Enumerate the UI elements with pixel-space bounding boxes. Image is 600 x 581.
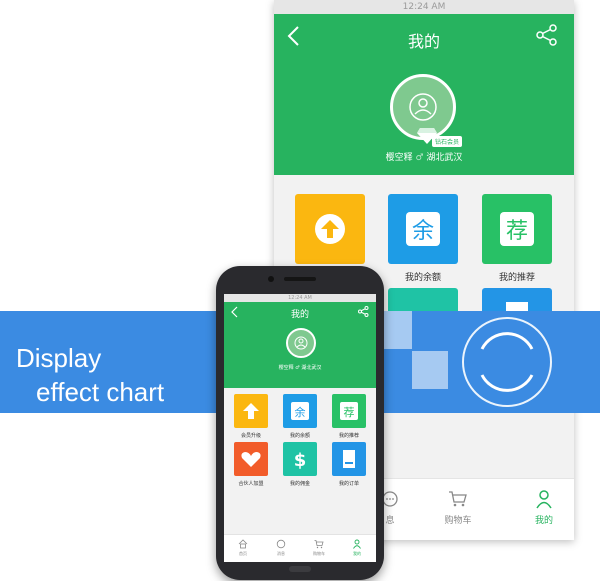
gender-symbol: ♂ — [415, 153, 424, 163]
grid-label-balance: 我的余额 — [289, 433, 310, 439]
banner-title-line2: effect chart — [36, 377, 165, 407]
tile-balance[interactable]: 余 — [388, 194, 458, 264]
user-info: 樱空释 ♂ 湖北武汉 — [274, 150, 574, 163]
profile-header: 我的 樱空释 ♂ 湖北武汉 — [224, 302, 376, 388]
user-icon — [353, 539, 361, 549]
user-info: 樱空释 ♂ 湖北武汉 — [278, 365, 322, 371]
nav-mine[interactable]: 我的 — [514, 489, 574, 526]
cart-icon — [449, 491, 467, 507]
vip-badge: 钻石会员 — [432, 136, 463, 147]
nav-mine[interactable]: 我的 — [342, 539, 372, 557]
bottom-navigation: 首页 消息 购物车 我的 — [224, 534, 376, 562]
chat-icon — [276, 539, 286, 549]
svg-text:$: $ — [294, 450, 307, 471]
arrow-up-icon — [315, 214, 345, 244]
nav-cart[interactable]: 购物车 — [304, 539, 334, 557]
svg-text:余: 余 — [412, 219, 434, 244]
speaker-grille — [284, 277, 316, 281]
nav-messages[interactable]: 消息 — [266, 539, 296, 557]
share-icon[interactable] — [358, 306, 369, 317]
svg-text:余: 余 — [295, 405, 306, 419]
tile-recommend[interactable]: 荐 — [482, 194, 552, 264]
person-icon — [294, 336, 308, 350]
jian-character-icon: 荐 — [500, 212, 534, 246]
tile-balance[interactable]: 余 — [283, 394, 317, 428]
grid-label-upgrade: 会员升级 — [240, 433, 261, 439]
page-title: 我的 — [290, 310, 309, 320]
arrow-up-icon — [243, 403, 259, 419]
user-name: 樱空释 — [385, 153, 413, 163]
phone-device: 12:24 AM 我的 樱空释 ♂ 湖北武汉 余 荐 会员升级 我的余额 我的推… — [216, 266, 384, 580]
profile-header: 我的 钻石会员 樱空释 ♂ 湖北武汉 — [274, 14, 574, 175]
tile-commission[interactable]: $ — [283, 442, 317, 476]
svg-text:荐: 荐 — [506, 219, 528, 244]
yu-character-icon: 余 — [406, 212, 440, 246]
cart-icon — [314, 540, 324, 549]
nav-cart[interactable]: 购物车 — [428, 489, 488, 526]
circle-decoration-icon — [462, 317, 552, 407]
user-location: 湖北武汉 — [426, 153, 463, 163]
decorative-square — [412, 351, 448, 389]
grid-label-orders: 我的订单 — [338, 481, 359, 487]
home-icon — [238, 539, 248, 549]
nav-home[interactable]: 首页 — [228, 539, 258, 557]
status-bar-time: 12:24 AM — [274, 0, 574, 14]
grid-label-commission: 我的佣金 — [289, 481, 310, 487]
camera-icon — [268, 276, 274, 282]
phone-screen: 12:24 AM 我的 樱空释 ♂ 湖北武汉 余 荐 会员升级 我的余额 我的推… — [224, 294, 376, 562]
handshake-heart-icon — [241, 452, 261, 467]
dollar-icon: $ — [294, 450, 307, 471]
grid-label-recommend: 我的推荐 — [498, 273, 535, 283]
tile-partner[interactable] — [234, 442, 268, 476]
yu-character-icon: 余 — [291, 402, 309, 420]
home-button[interactable] — [289, 566, 311, 572]
tile-upgrade[interactable] — [234, 394, 268, 428]
user-icon — [536, 490, 552, 509]
banner-title-line1: Display — [16, 343, 102, 373]
svg-text:荐: 荐 — [344, 406, 355, 419]
decorative-square — [380, 311, 412, 349]
grid-label-balance: 我的余额 — [404, 273, 441, 283]
document-icon — [343, 450, 355, 468]
tile-orders[interactable] — [332, 442, 366, 476]
jian-character-icon: 荐 — [340, 402, 358, 420]
mockup-stage: 12:24 AM 我的 钻石会员 樱空释 ♂ 湖北武汉 余 荐 我的余额 我的推… — [0, 0, 600, 581]
tile-upgrade[interactable] — [295, 194, 365, 264]
status-bar-time: 12:24 AM — [224, 294, 376, 302]
page-title: 我的 — [407, 32, 440, 51]
share-icon[interactable] — [536, 24, 558, 46]
grid-label-recommend: 我的推荐 — [338, 433, 359, 439]
grid-label-partner: 合伙人加盟 — [238, 481, 264, 487]
tile-recommend[interactable]: 荐 — [332, 394, 366, 428]
avatar[interactable] — [286, 328, 316, 358]
